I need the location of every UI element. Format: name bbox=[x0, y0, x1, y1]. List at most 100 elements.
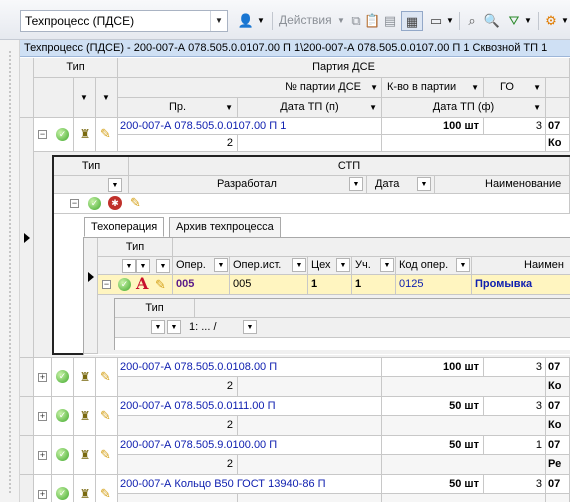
chevron-down-icon[interactable]: ▼ bbox=[349, 177, 363, 191]
stp-row[interactable]: − ✓ ✱ ✎ bbox=[54, 194, 570, 214]
pr-header[interactable]: Пр. ▼ bbox=[118, 98, 238, 118]
chevron-down-icon[interactable]: ▼ bbox=[292, 258, 306, 272]
collapse-icon[interactable]: − bbox=[38, 130, 47, 139]
status-cell: ✓ bbox=[52, 397, 74, 436]
stp-developer-header[interactable]: Разработал ▼ bbox=[129, 176, 367, 194]
oper-src-value[interactable]: 005 bbox=[230, 275, 308, 295]
tab-techoperation[interactable]: Техоперация bbox=[84, 217, 165, 237]
chevron-down-icon[interactable]: ▼ bbox=[167, 320, 181, 334]
expand-icon[interactable]: + bbox=[38, 490, 47, 499]
row-indicator[interactable] bbox=[20, 118, 34, 358]
chevron-down-icon[interactable]: ▼ bbox=[214, 258, 228, 272]
party-extra: 07 bbox=[546, 475, 570, 494]
pencil-icon[interactable]: ✎ bbox=[100, 448, 114, 462]
oper-row-icons[interactable]: − ✓ A ✎ bbox=[98, 275, 173, 295]
search-icon[interactable]: ⌕ bbox=[463, 11, 481, 31]
oper-shop-label: Цех bbox=[311, 259, 331, 271]
oper-name-value[interactable]: Промывка bbox=[472, 275, 570, 295]
chevron-down-icon[interactable]: ▼ bbox=[369, 98, 377, 117]
oper-type-header: Тип bbox=[98, 238, 173, 257]
chevron-down-icon[interactable]: ▼ bbox=[108, 178, 122, 192]
grid-view-icon[interactable]: ▦ bbox=[401, 11, 423, 31]
chevron-down-icon[interactable]: ▼ bbox=[256, 11, 266, 31]
oper-shop-value[interactable]: 1 bbox=[308, 275, 352, 295]
chevron-down-icon[interactable]: ▼ bbox=[334, 11, 348, 31]
date-tp-plan-header[interactable]: Дата ТП (п) ▼ bbox=[238, 98, 382, 118]
chevron-down-icon[interactable]: ▼ bbox=[151, 320, 165, 334]
sub-filter-value[interactable]: 1: ... / bbox=[189, 321, 217, 333]
oper-area-header[interactable]: Уч. ▼ bbox=[352, 257, 396, 275]
chevron-down-icon[interactable]: ▼ bbox=[380, 258, 394, 272]
oper-col-header[interactable]: Опер. ▼ bbox=[173, 257, 230, 275]
actions-menu[interactable]: Действия bbox=[279, 13, 332, 27]
pencil-icon[interactable]: ✎ bbox=[100, 409, 114, 423]
pencil-icon[interactable]: ✎ bbox=[100, 487, 114, 501]
chevron-down-icon[interactable]: ▼ bbox=[80, 93, 88, 102]
chevron-down-icon[interactable]: ▼ bbox=[445, 11, 455, 31]
stp-panel: Тип СТП ▼ Разработал ▼ Дата ▼ Наименован… bbox=[52, 155, 570, 355]
row-indicator[interactable] bbox=[20, 436, 34, 475]
party-qty: 50 шт bbox=[382, 475, 484, 494]
oper-code-header[interactable]: Код опер. ▼ bbox=[396, 257, 472, 275]
chevron-down-icon[interactable]: ▼ bbox=[136, 259, 150, 273]
party-name[interactable]: 200-007-А 078.505.9.0100.00 П bbox=[118, 436, 382, 455]
chevron-down-icon[interactable]: ▼ bbox=[456, 258, 470, 272]
oper-code-value[interactable]: 0125 bbox=[396, 275, 472, 295]
date-tp-fact-header[interactable]: Дата ТП (ф) ▼ bbox=[382, 98, 546, 118]
view-combo[interactable]: Техпроцесс (ПДСЕ) ▼ bbox=[20, 10, 228, 32]
chevron-down-icon[interactable]: ▼ bbox=[533, 98, 541, 117]
party-name[interactable]: 200-007-А 078.505.0.0111.00 П bbox=[118, 397, 382, 416]
chevron-down-icon[interactable]: ▼ bbox=[122, 259, 136, 273]
chevron-down-icon[interactable]: ▼ bbox=[523, 11, 533, 31]
collapse-icon[interactable]: − bbox=[102, 280, 111, 289]
chevron-down-icon[interactable]: ▼ bbox=[102, 93, 110, 102]
window-icon[interactable]: ▭ bbox=[427, 11, 445, 31]
chevron-down-icon[interactable]: ▼ bbox=[243, 320, 257, 334]
filter-icon[interactable]: ⛛ bbox=[505, 11, 523, 31]
stp-date-header[interactable]: Дата ▼ bbox=[367, 176, 435, 194]
row-indicator[interactable] bbox=[20, 397, 34, 436]
stp-name-header[interactable]: Наименование bbox=[435, 176, 570, 194]
chevron-down-icon[interactable]: ▼ bbox=[417, 177, 431, 191]
oper-value[interactable]: 005 bbox=[173, 275, 230, 295]
chevron-down-icon[interactable]: ▼ bbox=[471, 78, 479, 97]
row-indicator[interactable] bbox=[20, 358, 34, 397]
party-no-label: № партии ДСЕ bbox=[285, 81, 361, 93]
copy-icon[interactable]: ⧉ bbox=[348, 11, 364, 31]
chevron-down-icon[interactable]: ▼ bbox=[225, 98, 233, 117]
collapse-icon[interactable]: − bbox=[70, 199, 79, 208]
party-no-header[interactable]: № партии ДСЕ ▼ bbox=[118, 78, 382, 98]
party-name[interactable]: 200-007-А 078.505.0.0107.00 П 1 bbox=[118, 118, 382, 135]
pencil-icon[interactable]: ✎ bbox=[100, 370, 114, 384]
tab-archive[interactable]: Архив техпроцесса bbox=[169, 217, 281, 237]
chevron-down-icon[interactable]: ▼ bbox=[370, 78, 378, 97]
expand-icon[interactable]: + bbox=[38, 412, 47, 421]
pencil-icon[interactable]: ✎ bbox=[155, 278, 169, 292]
settings-icon[interactable]: ⚙ bbox=[542, 11, 560, 31]
stp-date-label: Дата bbox=[375, 178, 400, 190]
chevron-down-icon[interactable]: ▼ bbox=[533, 78, 541, 97]
chevron-down-icon[interactable]: ▼ bbox=[336, 258, 350, 272]
row-indicator[interactable] bbox=[20, 475, 34, 502]
pencil-icon[interactable]: ✎ bbox=[100, 127, 114, 141]
chevron-down-icon[interactable]: ▼ bbox=[210, 11, 227, 31]
qty-header[interactable]: К-во в партии ▼ bbox=[382, 78, 484, 98]
chevron-down-icon[interactable]: ▼ bbox=[156, 259, 170, 273]
user-icon[interactable]: 👤 bbox=[236, 11, 256, 31]
oper-shop-header[interactable]: Цех ▼ bbox=[308, 257, 352, 275]
splitter-handle[interactable] bbox=[0, 40, 20, 502]
chevron-down-icon[interactable]: ▼ bbox=[560, 11, 570, 31]
oper-src-header[interactable]: Опер.ист. ▼ bbox=[230, 257, 308, 275]
paste-icon[interactable]: 📋 bbox=[364, 11, 380, 31]
document-icon[interactable]: ▤ bbox=[381, 11, 399, 31]
oper-area-value[interactable]: 1 bbox=[352, 275, 396, 295]
oper-row-indicator[interactable] bbox=[84, 238, 98, 354]
expand-icon[interactable]: + bbox=[38, 373, 47, 382]
search-next-icon[interactable]: 🔍 bbox=[483, 11, 501, 31]
pencil-icon[interactable]: ✎ bbox=[130, 196, 144, 210]
party-name[interactable]: 200-007-А Кольцо В50 ГОСТ 13940-86 П bbox=[118, 475, 382, 494]
party-name[interactable]: 200-007-А 078.505.0.0108.00 П bbox=[118, 358, 382, 377]
go-header[interactable]: ГО ▼ bbox=[484, 78, 546, 98]
expand-icon[interactable]: + bbox=[38, 451, 47, 460]
oper-name-header[interactable]: Наимен bbox=[472, 257, 570, 275]
